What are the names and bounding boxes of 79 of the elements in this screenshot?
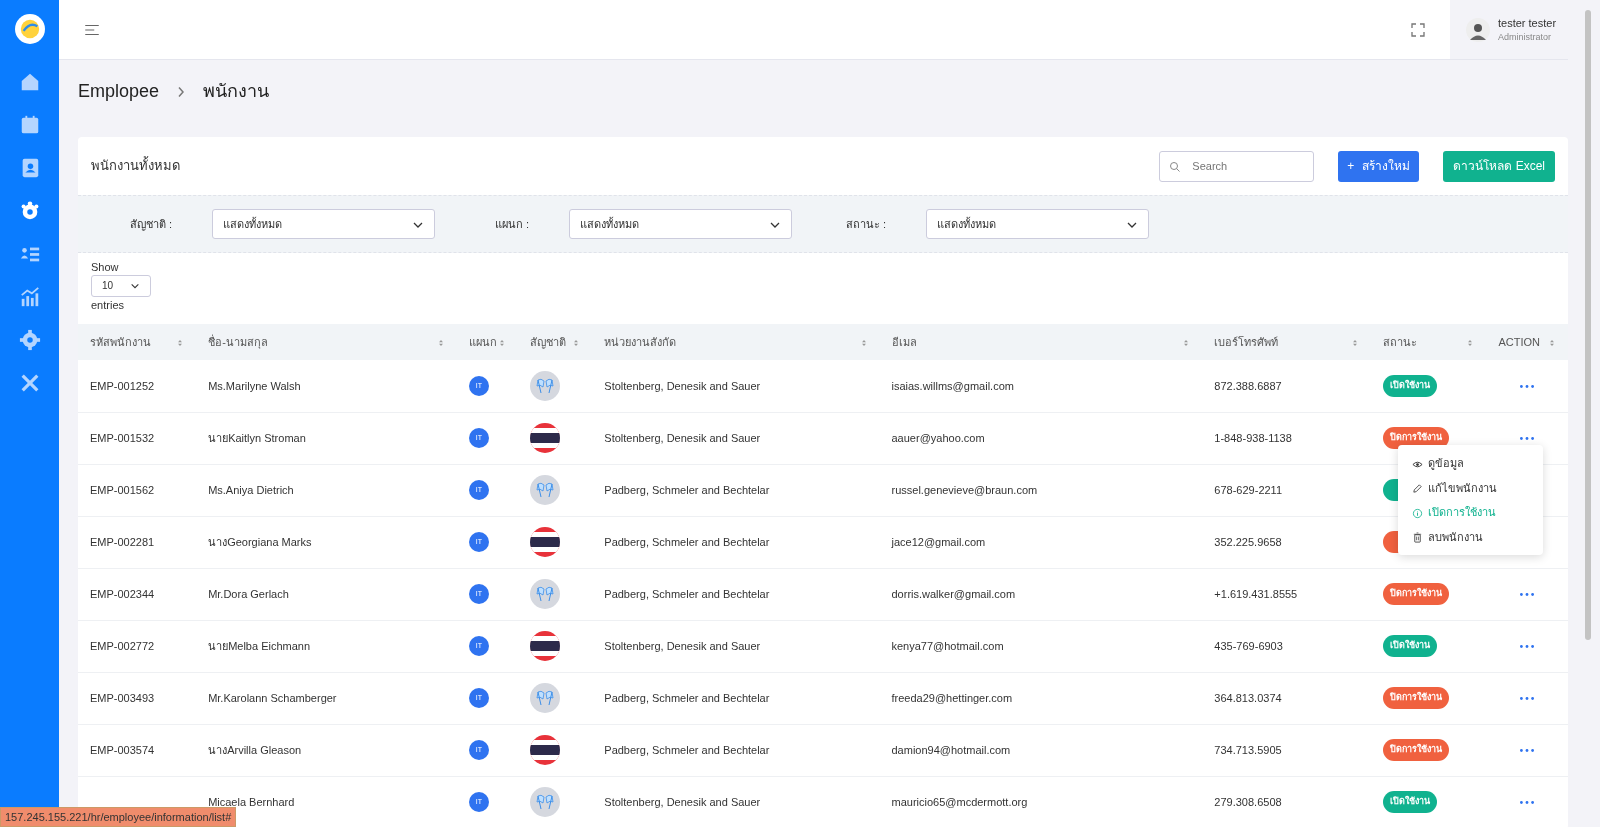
filter-label: สัญชาติ :	[129, 217, 172, 230]
email: damion94@hotmail.com	[891, 743, 1011, 756]
search-field[interactable]: Search	[1159, 150, 1315, 182]
page-size-dropdown[interactable]: 10	[91, 275, 151, 297]
column-header: อีเมล	[891, 334, 917, 350]
phone-number: 279.308.6508	[1214, 795, 1282, 808]
phone-number: 872.388.6887	[1214, 379, 1282, 392]
email: dorris.walker@gmail.com	[891, 587, 1016, 600]
filter-label: แผนก :	[494, 217, 529, 230]
department-unit: Stoltenberg, Denesik and Sauer	[604, 639, 761, 652]
status-badge: เปิดใช้งาน	[1383, 635, 1438, 657]
column-header: หน่วยงานสังกัด	[604, 334, 677, 350]
department-unit: Padberg, Schmeler and Bechtelar	[604, 587, 770, 600]
phone-number: 435-769-6903	[1214, 639, 1283, 652]
column-header: เบอร์โทรศัพท์	[1214, 334, 1279, 350]
menu-item[interactable]: ลบพนักงาน	[1398, 524, 1543, 549]
employee-name: นายKaitlyn Stroman	[208, 431, 306, 444]
breadcrumb-link[interactable]: Emplopee	[78, 78, 160, 105]
employee-code: EMP-003493	[90, 691, 155, 704]
column-header: รหัสพนักงาน	[90, 334, 151, 350]
phone-number: 352.225.9658	[1214, 535, 1282, 548]
employee-name: นางArvilla Gleason	[208, 743, 302, 756]
employee-name: นายMelba Eichmann	[208, 639, 311, 652]
filter-dropdown[interactable]: แสดงทั้งหมด	[569, 209, 792, 239]
employee-code: EMP-002772	[90, 639, 155, 652]
email: mauricio65@mcdermott.org	[891, 795, 1028, 808]
email: isaias.willms@gmail.com	[891, 379, 1014, 392]
department-unit: Padberg, Schmeler and Bechtelar	[604, 691, 770, 704]
email: russel.genevieve@braun.com	[891, 483, 1038, 496]
department-unit: Stoltenberg, Denesik and Sauer	[604, 795, 761, 808]
menu-item[interactable]: ดูข้อมูล	[1398, 451, 1543, 476]
department-unit: Padberg, Schmeler and Bechtelar	[604, 483, 770, 496]
column-header: ACTION	[1498, 334, 1541, 350]
employee-code: EMP-002281	[90, 535, 155, 548]
department-unit: Stoltenberg, Denesik and Sauer	[604, 379, 761, 392]
employee-code: EMP-003574	[90, 743, 155, 756]
status-badge: เปิดใช้งาน	[1383, 375, 1438, 397]
department-unit: Stoltenberg, Denesik and Sauer	[604, 431, 761, 444]
email: jace12@gmail.com	[891, 535, 986, 548]
phone-number: +1.619.431.8555	[1214, 587, 1298, 600]
page-title: พนักงาน	[203, 80, 270, 103]
employee-name: Micaela Bernhard	[208, 795, 295, 808]
department-unit: Padberg, Schmeler and Bechtelar	[604, 743, 770, 756]
phone-number: 678-629-2211	[1214, 483, 1283, 496]
column-header: แผนก	[468, 334, 497, 350]
email: kenya77@hotmail.com	[891, 639, 1004, 652]
status-badge: ปิดการใช้งาน	[1383, 687, 1450, 709]
employee-name: Ms.Aniya Dietrich	[208, 483, 294, 496]
employee-name: นางGeorgiana Marks	[208, 535, 312, 548]
department-unit: Padberg, Schmeler and Bechtelar	[604, 535, 770, 548]
employee-code: EMP-001252	[90, 379, 155, 392]
email: aauer@yahoo.com	[891, 431, 985, 444]
employee-name: Mr.Dora Gerlach	[208, 587, 289, 600]
phone-number: 364.813.0374	[1214, 691, 1282, 704]
filter-dropdown[interactable]: แสดงทั้งหมด	[926, 209, 1149, 239]
employee-code: EMP-001562	[90, 483, 155, 496]
show-label: Show	[91, 260, 120, 274]
employee-name: Mr.Karolann Schamberger	[208, 691, 337, 704]
phone-number: 1-848-938-1138	[1214, 431, 1292, 444]
filter-label: สถานะ :	[845, 217, 886, 230]
phone-number: 734.713.5905	[1214, 743, 1282, 756]
column-header: สัญชาติ	[529, 334, 566, 351]
column-header: ชื่อ-นามสกุล	[208, 333, 268, 351]
column-header: สถานะ	[1383, 334, 1418, 350]
email: freeda29@hettinger.com	[891, 691, 1013, 704]
create-button[interactable]: + สร้างใหม่	[1338, 150, 1420, 182]
employee-code: EMP-002344	[90, 587, 155, 600]
status-badge: ปิดการใช้งาน	[1383, 739, 1450, 761]
user-name: tester tester	[1498, 15, 1557, 31]
card-title: พนักงานทั้งหมด	[91, 156, 181, 176]
status-badge: ปิดการใช้งาน	[1383, 583, 1450, 605]
entries-label: entries	[91, 298, 126, 312]
employee-code: EMP-001532	[90, 431, 155, 444]
filter-dropdown[interactable]: แสดงทั้งหมด	[212, 209, 435, 239]
link-preview: 157.245.155.221/hr/employee/information/list#	[0, 806, 237, 827]
employee-name: Ms.Marilyne Walsh	[208, 379, 301, 392]
menu-item[interactable]: แก้ไขพนักงาน	[1398, 475, 1543, 500]
status-badge: เปิดใช้งาน	[1383, 791, 1438, 813]
user-role: Administrator	[1498, 31, 1552, 44]
